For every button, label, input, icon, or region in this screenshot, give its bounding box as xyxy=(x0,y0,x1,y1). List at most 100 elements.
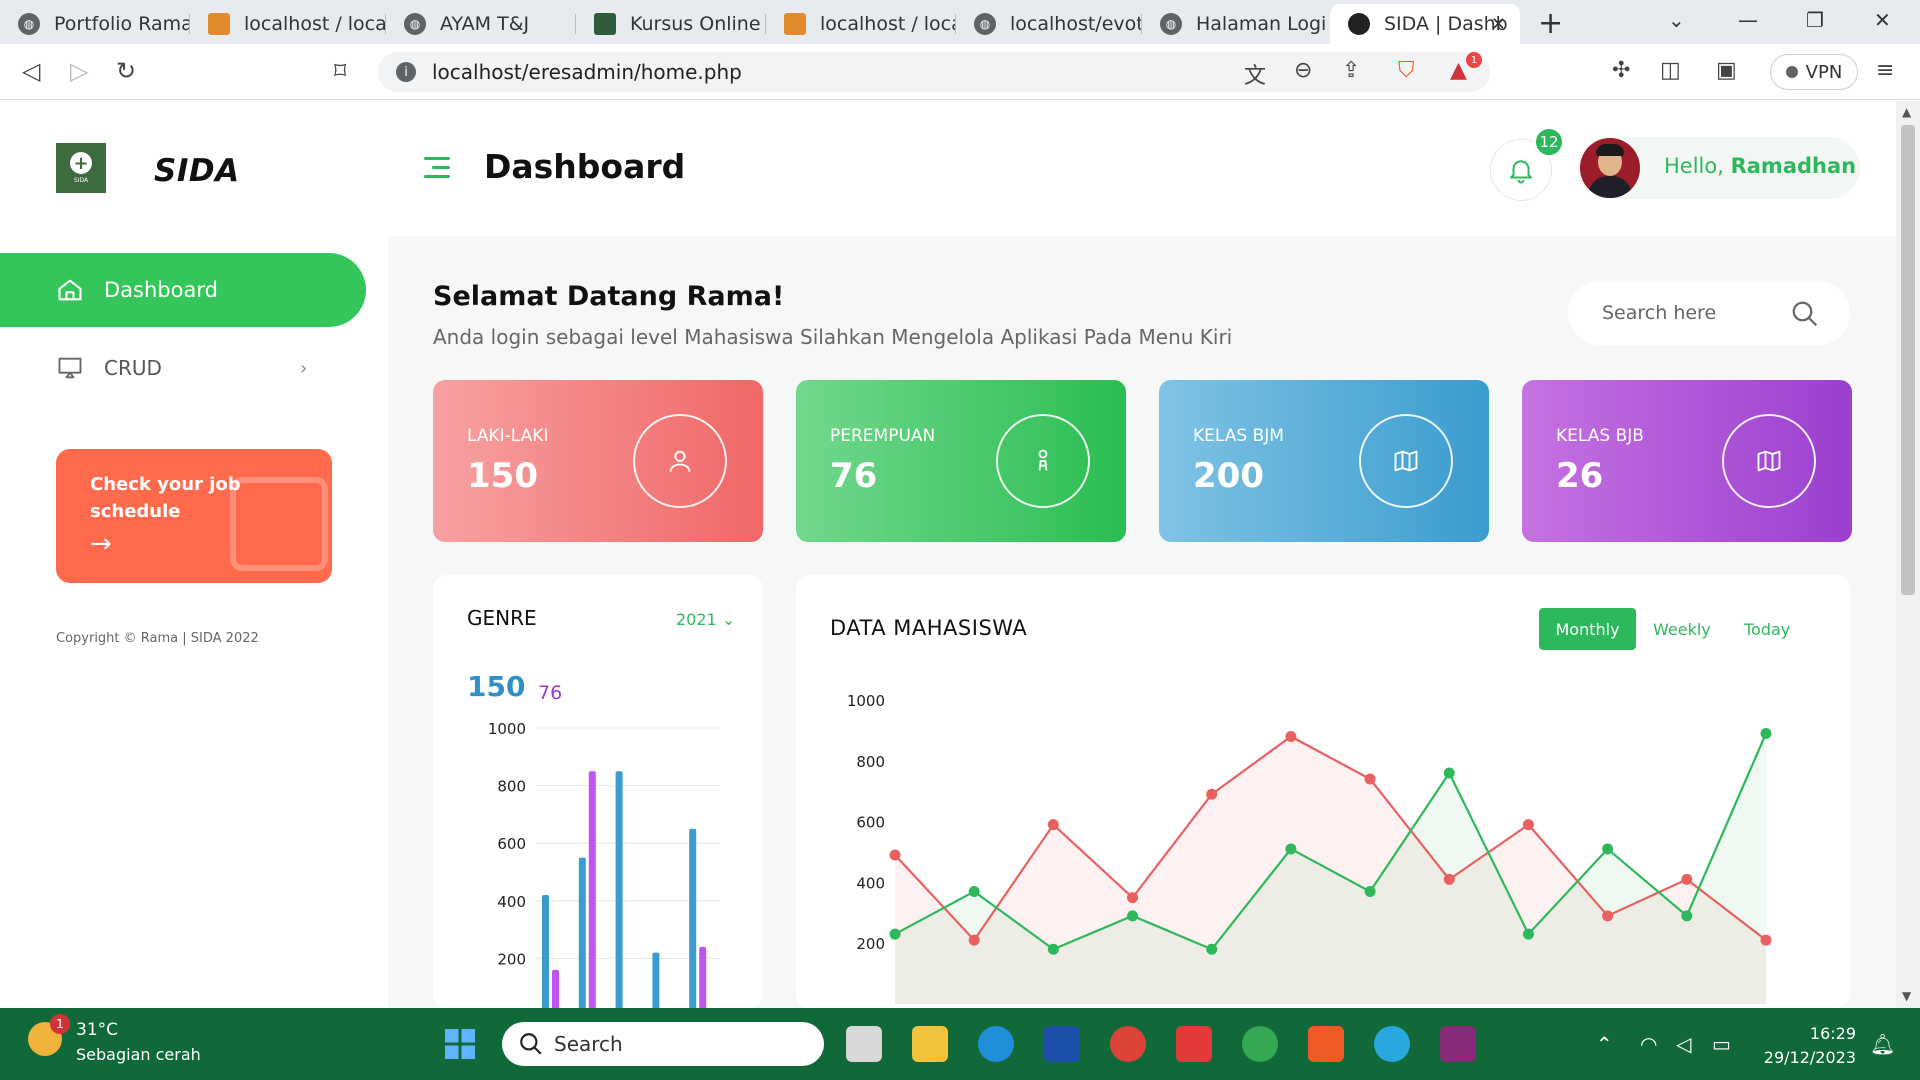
browser-tab[interactable]: ◍Portfolio Ramadh xyxy=(0,4,190,44)
brave-shield-icon[interactable]: ⛉ xyxy=(1398,58,1415,83)
extensions-icon[interactable]: ✣ xyxy=(1612,58,1630,83)
wifi-icon[interactable]: ◠ xyxy=(1640,1032,1657,1056)
data-point xyxy=(968,934,980,946)
year-dropdown[interactable]: 2021 ⌄ xyxy=(676,610,735,629)
task-view-icon[interactable] xyxy=(846,1026,882,1062)
winrar-icon[interactable] xyxy=(1440,1026,1476,1062)
tab-search-icon[interactable]: ⌄ xyxy=(1668,8,1685,32)
scrollbar-thumb[interactable] xyxy=(1901,125,1915,595)
minimize-button[interactable]: — xyxy=(1738,8,1758,32)
url-field[interactable]: i localhost/eresadmin/home.php xyxy=(378,52,1490,92)
start-button[interactable] xyxy=(442,1026,478,1062)
stat-card-kelas-bjb[interactable]: KELAS BJB 26 xyxy=(1522,380,1852,542)
share-icon[interactable]: ⇪ xyxy=(1342,58,1360,83)
y-tick-label: 600 xyxy=(497,835,526,853)
new-tab-button[interactable]: + xyxy=(1538,6,1563,41)
browser-tab[interactable]: ◍localhost/evotin xyxy=(956,4,1142,44)
y-tick-label: 400 xyxy=(497,893,526,911)
data-point xyxy=(1681,910,1693,922)
battery-icon[interactable]: ▭ xyxy=(1712,1032,1731,1056)
browser-tab[interactable]: Kursus Online xyxy=(576,4,766,44)
stat-card-kelas-bjm[interactable]: KELAS BJM 200 xyxy=(1159,380,1489,542)
windows-taskbar: 1 31°C Sebagian cerah Search ⌃ ◠ ◁ ▭ 16:… xyxy=(0,1008,1920,1080)
browser-tab[interactable]: ◍ Halaman Login xyxy=(1142,4,1328,44)
bookmark-icon[interactable]: ⌑ xyxy=(334,57,346,85)
wallet-icon[interactable]: ▣ xyxy=(1716,58,1737,83)
user-greeting[interactable]: Hello, Ramadhan xyxy=(1664,154,1856,178)
browser-tab[interactable]: localhost / localh xyxy=(766,4,956,44)
data-point xyxy=(1206,943,1218,955)
stat-card-laki-laki[interactable]: LAKI-LAKI 150 xyxy=(433,380,763,542)
reload-button[interactable]: ↻ xyxy=(116,57,136,85)
y-tick-label: 800 xyxy=(497,778,526,796)
female-icon xyxy=(996,414,1090,508)
browser-tab-active[interactable]: SIDA | Dashb ✕ xyxy=(1330,4,1520,44)
address-bar: ◁ ▷ ↻ ⌑ i localhost/eresadmin/home.php 文… xyxy=(0,44,1920,100)
system-clock[interactable]: 16:29 29/12/2023 xyxy=(1760,1022,1856,1070)
sidebar-toggle-icon[interactable]: ◫ xyxy=(1660,58,1681,83)
sidebar-item-dashboard[interactable]: Dashboard xyxy=(0,253,366,327)
y-tick-label: 1000 xyxy=(847,692,885,710)
sidebar-item-crud[interactable]: CRUD › xyxy=(0,331,366,405)
user-icon xyxy=(633,414,727,508)
data-mahasiswa-area-chart: 200 400 600 800 1000 xyxy=(847,692,1772,1004)
job-schedule-card[interactable]: Check your job schedule → xyxy=(56,449,332,583)
data-point xyxy=(1364,886,1376,898)
data-point xyxy=(1602,843,1614,855)
anydesk-icon[interactable] xyxy=(1176,1026,1212,1062)
app-logo: + SIDA xyxy=(56,143,106,193)
windows-icon xyxy=(445,1029,475,1059)
genre-value-a: 150 xyxy=(467,670,526,703)
store-icon[interactable] xyxy=(1044,1026,1080,1062)
app-icon[interactable] xyxy=(1374,1026,1410,1062)
forward-button[interactable]: ▷ xyxy=(70,57,88,85)
data-point xyxy=(1206,788,1218,800)
chevron-down-icon: ⌄ xyxy=(721,610,736,629)
chrome-icon[interactable] xyxy=(1242,1026,1278,1062)
close-tab-icon[interactable]: ✕ xyxy=(1491,14,1506,35)
back-button[interactable]: ◁ xyxy=(22,57,40,85)
brave-rewards-icon[interactable]: ▲ xyxy=(1450,58,1467,83)
globe-icon: ◍ xyxy=(974,13,996,35)
brave-icon[interactable] xyxy=(1308,1026,1344,1062)
globe-icon: ◍ xyxy=(1160,13,1182,35)
notification-badge: 12 xyxy=(1534,127,1564,157)
close-window-button[interactable]: ✕ xyxy=(1874,8,1891,32)
vpn-button[interactable]: VPN xyxy=(1770,54,1858,90)
browser-tab[interactable]: ◍ AYAM T&J xyxy=(386,4,576,44)
chevron-up-icon[interactable]: ⌃ xyxy=(1596,1032,1613,1056)
bar xyxy=(615,771,623,1010)
translate-icon[interactable]: 文 xyxy=(1244,58,1266,90)
notification-icon[interactable]: 🔔︎ xyxy=(1870,1032,1895,1056)
calendar-icon xyxy=(230,477,328,571)
browser-tab[interactable]: localhost / localh xyxy=(190,4,386,44)
zoom-icon[interactable]: ⊖ xyxy=(1294,58,1312,83)
menu-icon[interactable]: ≡ xyxy=(1876,58,1894,83)
bar xyxy=(689,828,697,1010)
data-point xyxy=(1522,819,1534,831)
taskbar-search[interactable]: Search xyxy=(502,1022,824,1066)
volume-icon[interactable]: ◁ xyxy=(1676,1032,1691,1056)
edge-icon[interactable] xyxy=(978,1026,1014,1062)
data-point xyxy=(889,928,901,940)
page-scrollbar[interactable]: ▲ ▼ xyxy=(1896,101,1920,1008)
search-input[interactable]: Search here xyxy=(1568,281,1850,345)
data-point xyxy=(1047,943,1059,955)
restore-button[interactable]: ❐ xyxy=(1806,8,1824,32)
monthly-tab[interactable]: Monthly xyxy=(1539,608,1636,650)
avatar[interactable] xyxy=(1580,138,1640,198)
chrome-profile-icon[interactable] xyxy=(1110,1026,1146,1062)
home-icon xyxy=(58,279,82,301)
monitor-icon xyxy=(58,357,82,379)
file-explorer-icon[interactable] xyxy=(912,1026,948,1062)
data-point xyxy=(1127,892,1139,904)
y-tick-label: 600 xyxy=(856,814,885,832)
genre-value-b: 76 xyxy=(538,682,563,704)
site-info-icon[interactable]: i xyxy=(396,62,416,82)
bar xyxy=(699,946,707,1010)
stat-card-perempuan[interactable]: PEREMPUAN 76 xyxy=(796,380,1126,542)
weekly-tab[interactable]: Weekly xyxy=(1653,620,1711,639)
phpmyadmin-icon xyxy=(208,13,230,35)
today-tab[interactable]: Today xyxy=(1744,620,1790,639)
hamburger-menu-icon[interactable] xyxy=(424,157,450,184)
